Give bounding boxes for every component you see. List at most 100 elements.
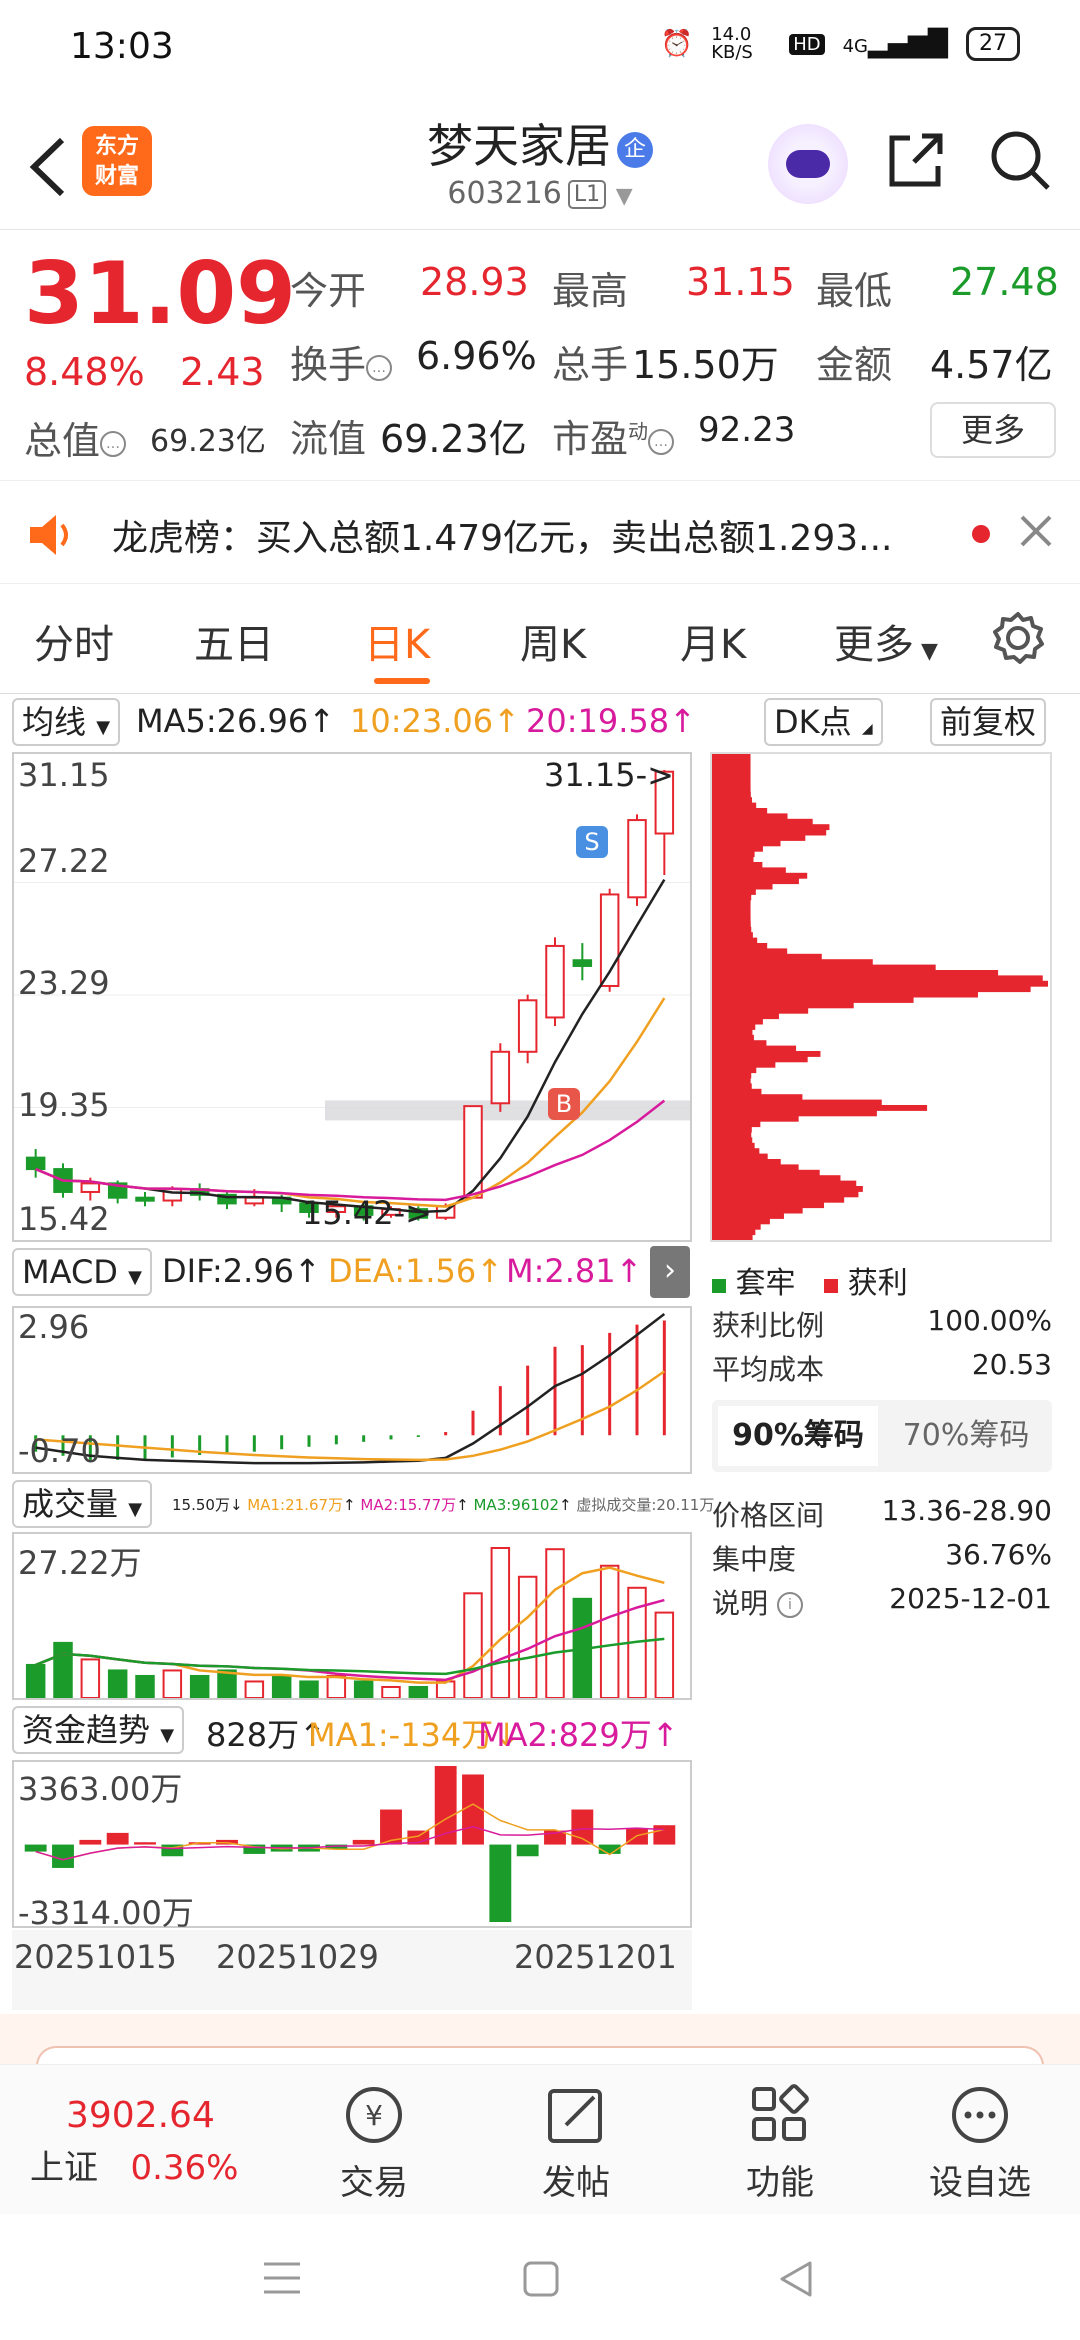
volume-bar [517, 1575, 538, 1699]
chip-bar [712, 948, 788, 955]
status-icons: ⏰ 14.0 KB/S HD 4G▂▄▆█ 27 [661, 26, 1020, 62]
macd-selector[interactable]: MACD ▼ [12, 1248, 152, 1296]
chip-distribution-panel[interactable] [710, 752, 1052, 1242]
turnover-value: 6.96% [416, 334, 537, 378]
index-value: 3902.64 [66, 2095, 215, 2136]
volume-bar [353, 1680, 374, 1699]
volume-bar [25, 1663, 46, 1700]
close-icon[interactable] [1018, 513, 1054, 549]
ma-selector[interactable]: 均线 ▼ [12, 698, 121, 746]
note-row[interactable]: 说明 i 2025-12-01 [712, 1582, 1052, 1622]
fund-ma-line [35, 1803, 665, 1861]
fund-bar [653, 1825, 676, 1845]
chip-bar [712, 1088, 762, 1095]
gear-icon[interactable] [990, 610, 1046, 666]
candle [627, 819, 647, 899]
chip-bar [712, 899, 751, 906]
chip-bar [712, 1094, 803, 1101]
news-ticker[interactable]: 龙虎榜：买入总额1.479亿元，卖出总额1.293... [0, 480, 1080, 584]
chip-bar [712, 943, 768, 949]
macd-panel[interactable]: 2.96 -0.70 [12, 1306, 692, 1474]
chip-bar [712, 1223, 761, 1230]
high-marker: 31.15-> [544, 756, 674, 794]
adjust-button[interactable]: 前复权 [930, 698, 1047, 746]
assistant-avatar[interactable] [768, 124, 848, 204]
chip-bar [712, 980, 1048, 987]
fund-panel[interactable]: 3363.00万 -3314.00万 [12, 1760, 692, 1932]
chip-bar [712, 775, 751, 782]
pe-label[interactable]: 市盈动… [552, 408, 675, 463]
tab-90-chips[interactable]: 90%筹码 [718, 1406, 878, 1466]
home-icon[interactable] [522, 2260, 560, 2298]
nav-post[interactable]: 发帖 [496, 2083, 656, 2204]
buy-point-marker[interactable]: B [548, 1088, 580, 1120]
ad-strip [0, 2014, 1080, 2076]
volume-panel[interactable]: 27.22万 [12, 1532, 692, 1700]
more-button[interactable]: 更多 [930, 402, 1056, 458]
chip-bar [712, 889, 756, 895]
expand-arrow-icon[interactable]: › [650, 1246, 690, 1298]
info-icon: … [100, 430, 127, 457]
kline-panel[interactable]: 31.15 27.22 23.29 19.35 15.42 31.15-> 15… [12, 752, 692, 1242]
tab-daily-k[interactable]: 日K [364, 612, 430, 670]
tab-70-chips[interactable]: 70%筹码 [886, 1406, 1046, 1466]
chip-bar [712, 1218, 770, 1225]
y-label-top: 31.15 [18, 756, 110, 794]
fund-bar [79, 1839, 102, 1845]
chip-bar [712, 840, 781, 847]
menu-icon[interactable] [262, 2260, 302, 2296]
volume-bar [107, 1669, 128, 1700]
volume-ma-line [35, 1598, 665, 1682]
high-value: 31.15 [686, 260, 795, 304]
info-icon: … [366, 354, 393, 381]
chip-bar [712, 1180, 857, 1187]
chip-tabs: 90%筹码 70%筹码 [712, 1400, 1052, 1472]
chip-bar [712, 1121, 761, 1128]
chip-bar [712, 932, 753, 939]
index-ticker[interactable]: 3902.64 上证 0.36% [30, 2095, 280, 2189]
chip-bar [712, 883, 773, 890]
chip-bar [712, 1132, 752, 1138]
chip-bar [712, 1213, 784, 1219]
chip-bar [712, 1083, 752, 1090]
volume-bar [135, 1674, 155, 1699]
dk-point-button[interactable]: DK点 ◢ [764, 698, 883, 746]
tab-weekly-k[interactable]: 周K [520, 612, 586, 670]
open-label: 今开 [290, 269, 367, 313]
fund-bar [516, 1844, 539, 1857]
dif-label: DIF:2.96↑ [162, 1252, 321, 1290]
chip-distribution-chart [712, 754, 1048, 1241]
nav-trade[interactable]: ¥ 交易 [294, 2083, 454, 2204]
chip-bar [712, 802, 757, 809]
nav-functions[interactable]: 功能 [700, 2083, 860, 2204]
dropdown-caret-icon: ▼ [615, 184, 633, 209]
chip-bar [712, 1153, 768, 1160]
chip-bar [712, 1034, 754, 1041]
bottom-nav: 3902.64 上证 0.36% ¥ 交易 发帖 功能 设自选 [0, 2064, 1080, 2214]
fund-bar [106, 1832, 129, 1845]
chip-bar [712, 781, 751, 787]
search-icon[interactable] [988, 128, 1052, 192]
tab-five-day[interactable]: 五日 [194, 612, 274, 670]
more-dots-icon [952, 2087, 1008, 2143]
volume-selector[interactable]: 成交量 ▼ [12, 1480, 153, 1528]
tab-more[interactable]: 更多 ▼ [834, 612, 938, 670]
chip-bar [712, 1169, 820, 1176]
chip-bar [712, 1061, 776, 1068]
volume-bar [381, 1685, 401, 1700]
share-icon[interactable] [884, 128, 948, 192]
turnover-label[interactable]: 换手… [290, 334, 393, 389]
date-label: 20251015 [14, 1938, 177, 1976]
total-cap-label[interactable]: 总值… [24, 410, 127, 465]
chip-bar [712, 921, 751, 928]
tab-timeshare[interactable]: 分时 [34, 612, 114, 670]
chip-bar [712, 1148, 760, 1155]
nav-add-watchlist[interactable]: 设自选 [900, 2083, 1060, 2204]
tab-monthly-k[interactable]: 月K [680, 612, 746, 670]
fund-ma-line [35, 1825, 665, 1861]
sell-point-marker[interactable]: S [576, 826, 608, 858]
fund-selector[interactable]: 资金趋势 ▼ [12, 1706, 185, 1754]
chip-bar [712, 975, 1043, 982]
system-nav-bar [0, 2214, 1080, 2340]
back-icon[interactable] [778, 2260, 814, 2298]
